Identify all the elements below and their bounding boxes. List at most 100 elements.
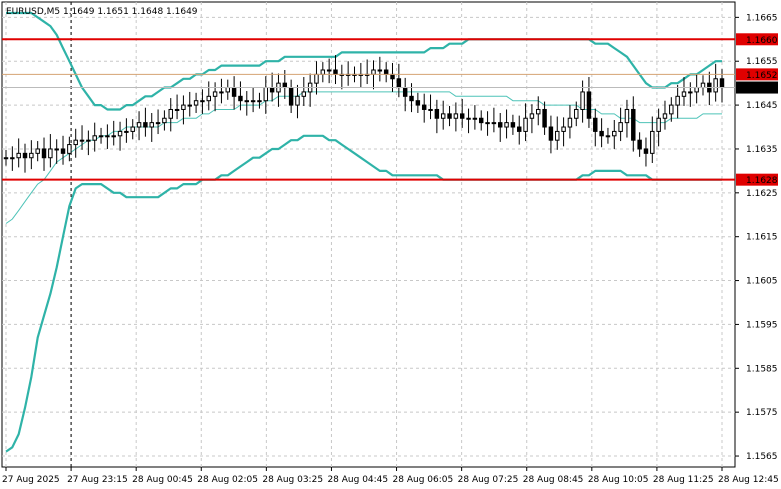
y-tick-label: 1.1565: [746, 452, 778, 462]
last-price-label: 1.1652: [746, 71, 778, 81]
x-tick-label: 27 Aug 2025: [2, 475, 60, 485]
x-tick-label: 28 Aug 07:25: [458, 475, 519, 485]
candle-body: [529, 113, 535, 119]
candle-body: [517, 126, 522, 132]
y-tick-label: 1.1625: [746, 189, 778, 199]
candle-body: [447, 113, 452, 119]
candle-body: [149, 122, 154, 128]
candle-body: [415, 100, 421, 106]
candle-body: [434, 108, 440, 119]
candle-body: [618, 122, 623, 132]
candle-body: [244, 100, 250, 103]
x-tick-label: 28 Aug 10:05: [588, 475, 649, 485]
candle-body: [548, 126, 554, 141]
candle-body: [675, 95, 680, 106]
candle-body: [54, 148, 59, 151]
candle-body: [263, 87, 269, 102]
candle-body: [333, 69, 338, 75]
candle-body: [713, 78, 718, 93]
candle-body: [41, 148, 47, 159]
candle-body: [466, 117, 471, 120]
level-badge-label: 1.1628: [746, 176, 778, 186]
x-tick-label: 28 Aug 03:25: [262, 475, 323, 485]
candle-body: [250, 100, 256, 103]
candle-body: [542, 108, 547, 128]
candle-body: [143, 122, 148, 128]
candle-body: [212, 91, 218, 97]
candle-body: [371, 69, 376, 75]
y-tick-label: 1.1585: [746, 364, 778, 374]
candle-body: [599, 130, 604, 137]
candle-body: [485, 122, 490, 125]
x-tick-label: 28 Aug 02:05: [197, 475, 258, 485]
symbol-header: EURUSD,M5 1.1649 1.1651 1.1648 1.1649: [6, 7, 198, 17]
candle-body: [694, 87, 699, 93]
candle-body: [440, 113, 446, 119]
candle-body: [193, 100, 199, 106]
candle-body: [320, 69, 326, 75]
candle-body: [117, 130, 123, 137]
candle-body: [669, 104, 674, 115]
candle-body: [700, 82, 706, 89]
candle-body: [402, 87, 408, 97]
candle-body: [174, 108, 180, 111]
x-tick-label: 28 Aug 06:05: [393, 475, 454, 485]
candle-body: [162, 117, 167, 124]
candle-body: [111, 135, 116, 138]
candle-body: [580, 91, 585, 110]
candle-body: [586, 91, 592, 119]
candle-body: [181, 104, 186, 110]
candle-body: [504, 122, 509, 128]
candle-body: [383, 69, 389, 75]
current-price-label: 1.1649: [746, 84, 778, 94]
candle-body: [10, 157, 15, 160]
candle-body: [681, 91, 687, 97]
candle-body: [555, 130, 560, 141]
candle-body: [688, 91, 693, 94]
y-tick-label: 1.1655: [746, 57, 778, 67]
candle-body: [73, 139, 78, 146]
candle-body: [79, 139, 85, 142]
level-badge-label: 1.1660: [746, 36, 778, 46]
plot-area[interactable]: [1, 1, 736, 468]
candle-body: [3, 157, 9, 160]
candle-body: [719, 78, 725, 89]
candle-body: [22, 152, 28, 159]
x-tick-label: 27 Aug 23:15: [67, 475, 128, 485]
candle-body: [459, 113, 465, 119]
candle-body: [136, 122, 142, 128]
candle-body: [29, 152, 34, 159]
candle-body: [301, 91, 307, 97]
candle-body: [130, 126, 135, 132]
candle-body: [536, 108, 541, 115]
candle-body: [421, 104, 427, 110]
candle-body: [567, 117, 573, 128]
y-tick-label: 1.1635: [746, 145, 778, 155]
candle-body: [396, 78, 402, 89]
price-chart[interactable]: 1.1660 1.1628 1.1652 1.1649 1.1665 1.1655 1.1…: [0, 0, 781, 489]
x-tick-label: 28 Aug 08:45: [523, 475, 584, 485]
candle-body: [98, 135, 104, 138]
candle-body: [498, 122, 503, 128]
candle-body: [92, 135, 97, 141]
candle-body: [288, 87, 294, 106]
candle-body: [612, 130, 617, 137]
candle-body: [60, 148, 66, 154]
candle-body: [377, 69, 383, 72]
candle-body: [282, 82, 288, 89]
candle-body: [35, 148, 40, 154]
candle-body: [295, 95, 300, 106]
candle-body: [390, 73, 395, 80]
candle-body: [643, 148, 649, 154]
candle-body: [510, 122, 516, 128]
candle-body: [105, 135, 110, 138]
candle-body: [523, 117, 528, 132]
candle-body: [219, 91, 224, 94]
candle-body: [428, 108, 433, 111]
candle-body: [16, 152, 21, 159]
y-tick-label: 1.1645: [746, 101, 778, 111]
time-axis[interactable]: 27 Aug 2025 27 Aug 23:15 28 Aug 00:45 28 Au…: [2, 467, 779, 485]
candle-body: [593, 117, 598, 132]
y-tick-label: 1.1595: [746, 320, 778, 330]
candle-body: [472, 117, 478, 120]
